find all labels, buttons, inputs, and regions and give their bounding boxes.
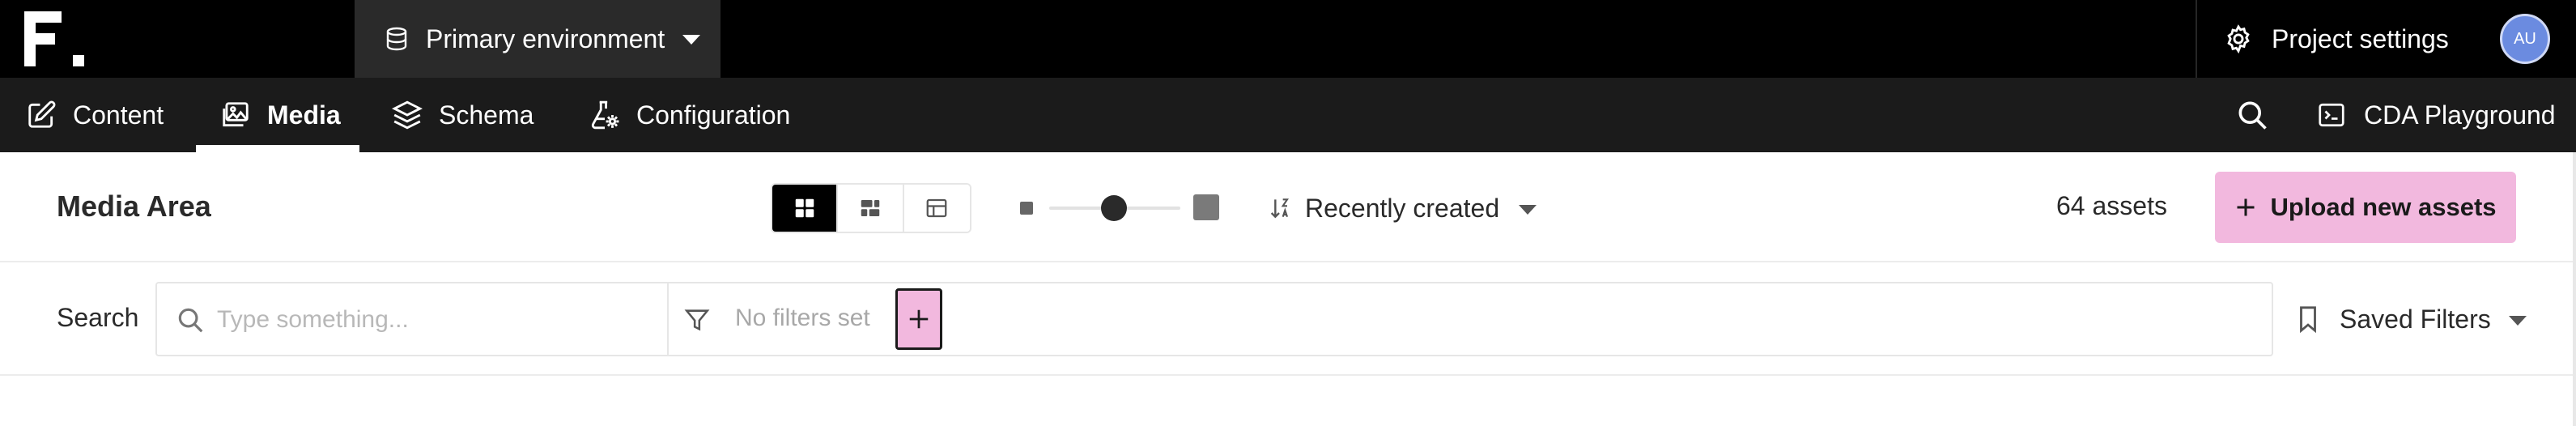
project-settings-button[interactable]: Project settings [2223,0,2449,78]
page-title: Media Area [57,190,211,223]
search-filter-box: No filters set [155,282,2273,356]
masonry-icon [861,200,880,216]
grid-icon [795,198,814,218]
chevron-down-icon [1519,205,1537,215]
gear-icon [2227,24,2250,54]
masonry-view-button[interactable] [838,185,904,232]
cda-playground-button[interactable]: CDA Playground [2317,78,2556,152]
main-nav: Content Media Schema Configuration CDA P… [0,78,2576,152]
add-filter-button[interactable] [895,288,942,350]
chevron-down-icon [2508,316,2527,326]
slider-handle[interactable] [1101,195,1127,221]
table-icon [926,198,947,218]
no-filters-text: No filters set [735,305,870,331]
media-toolbar: Media Area Recently created 64 assets Up… [0,152,2576,262]
nav-item-configuration[interactable]: Configuration [589,78,790,152]
search-icon [178,308,203,333]
active-tab-indicator [196,145,359,152]
saved-filters-button[interactable]: Saved Filters [2296,282,2527,356]
upload-assets-button[interactable]: Upload new assets [2215,172,2516,243]
view-mode-toggle [771,183,971,233]
divider [667,283,669,355]
nav-item-label: Schema [439,100,534,130]
top-bar: Primary environment Project settings AU [0,0,2576,78]
nav-item-label: Configuration [636,100,791,130]
nav-item-content[interactable]: Content [26,78,164,152]
asset-count: 64 assets [2056,191,2167,220]
scrollbar[interactable] [2573,152,2576,426]
nav-item-label: Media [267,100,341,130]
cda-playground-label: CDA Playground [2364,100,2556,130]
avatar[interactable]: AU [2500,14,2550,64]
thumbnail-large-icon [1193,194,1219,220]
edit-icon [28,100,56,128]
plus-icon [2237,198,2255,216]
search-input[interactable] [217,300,800,340]
search-label: Search [57,303,139,332]
sort-label: Recently created [1305,193,1500,223]
nav-item-label: Content [73,100,164,130]
sort-selector[interactable]: Recently created [1268,183,1537,233]
environment-selector[interactable]: Primary environment [355,0,721,78]
filter-icon [684,309,710,331]
image-icon [223,102,249,127]
terminal-icon [2319,103,2344,127]
divider [2196,0,2197,78]
table-view-button[interactable] [903,185,970,232]
project-settings-label: Project settings [2272,23,2449,53]
filter-row: Search No filters set Saved Filters [0,262,2576,376]
flask-gear-icon [591,100,619,130]
database-icon [386,27,407,51]
bookmark-icon [2300,306,2316,333]
sort-icon [1270,198,1289,219]
upload-label: Upload new assets [2270,193,2497,221]
environment-label: Primary environment [426,23,665,53]
nav-item-schema[interactable]: Schema [392,78,533,152]
chevron-down-icon [682,35,701,45]
thumbnail-small-icon [1020,202,1033,215]
layers-icon [392,100,423,130]
grid-view-button[interactable] [772,185,839,232]
logo-icon[interactable] [24,11,84,66]
search-icon[interactable] [2234,97,2270,133]
nav-item-media[interactable]: Media [220,78,341,152]
saved-filters-label: Saved Filters [2340,304,2491,334]
plus-icon [909,309,929,329]
